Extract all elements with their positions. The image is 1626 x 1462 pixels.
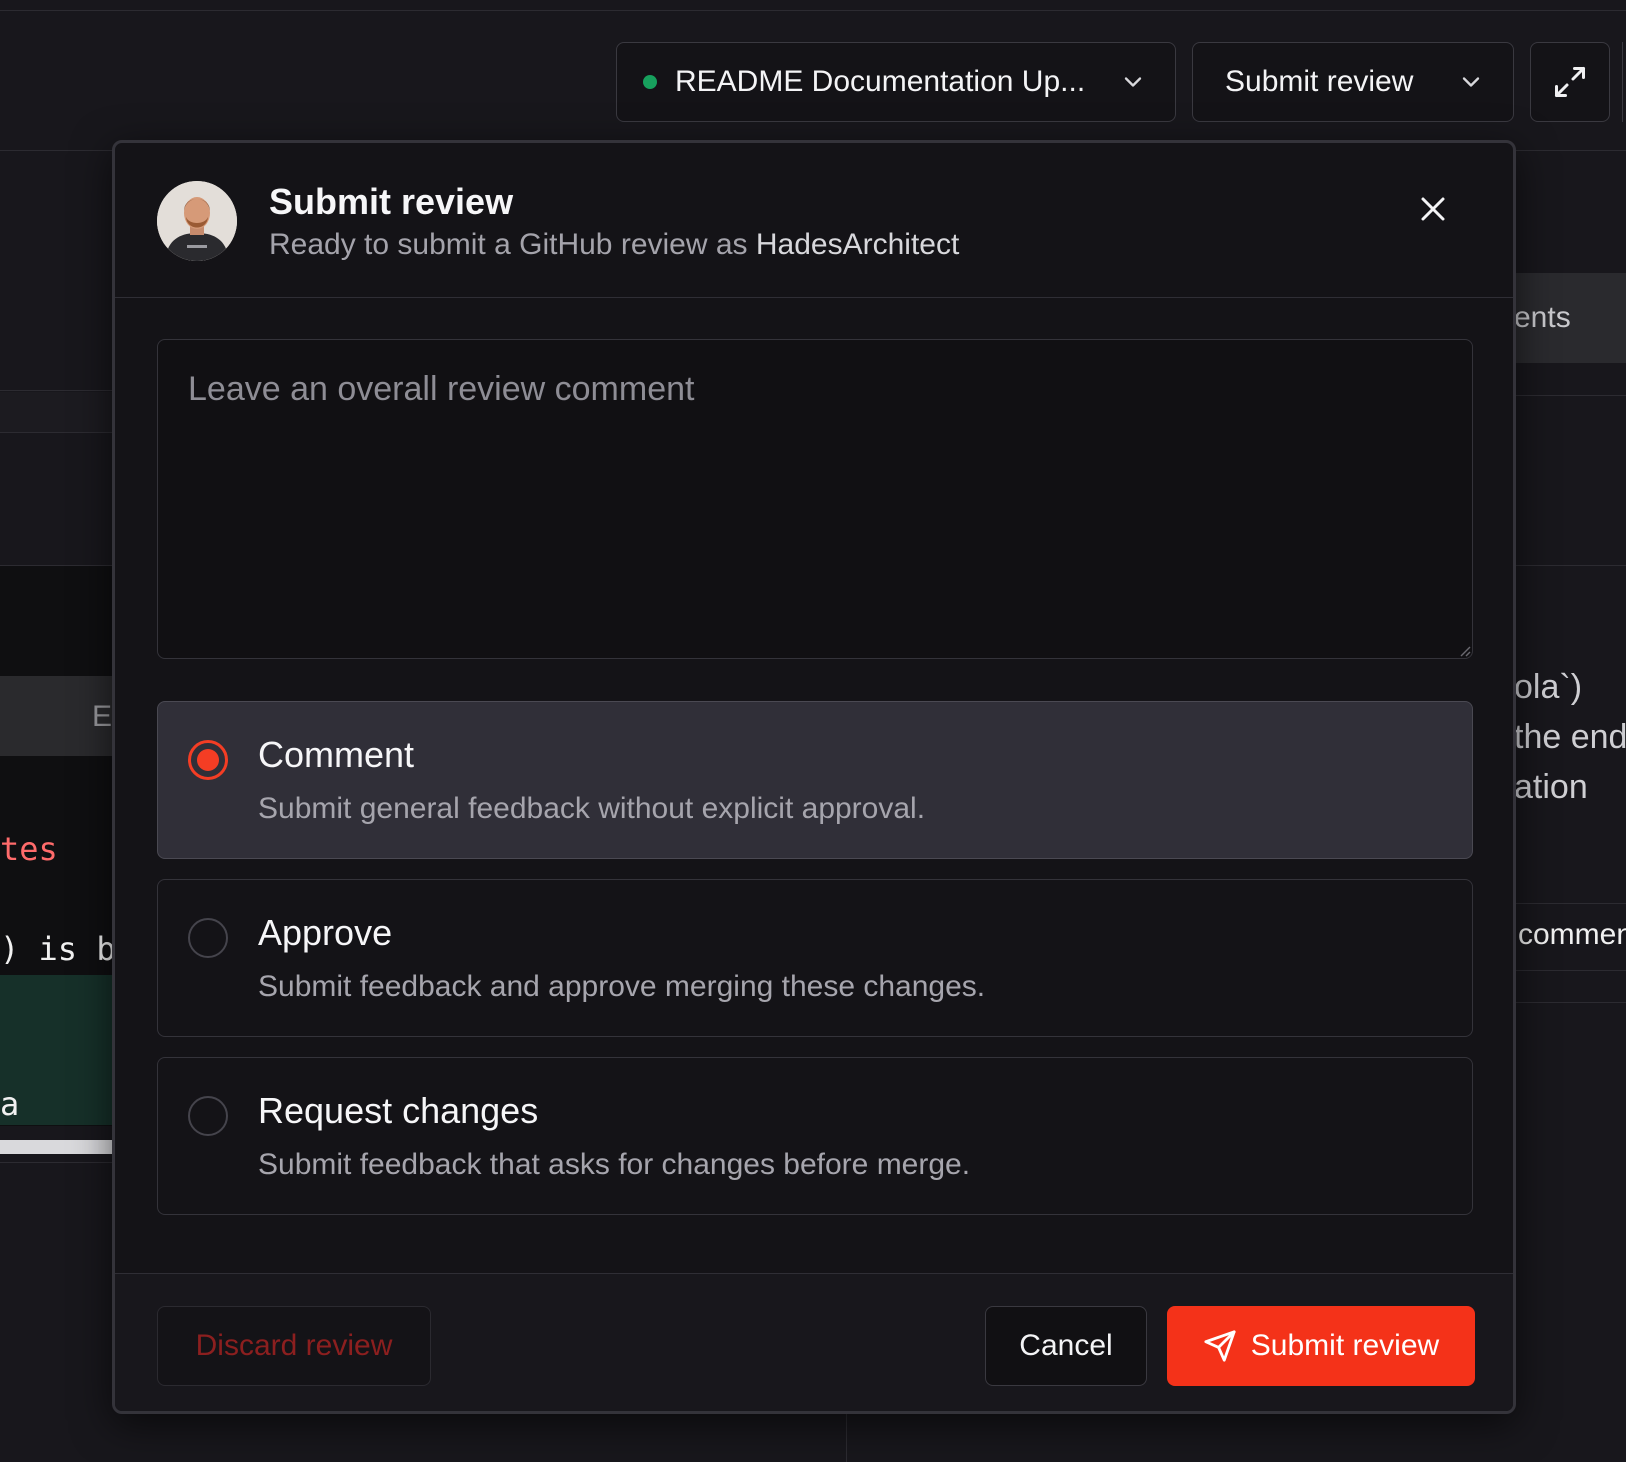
review-option-approve[interactable]: Approve Submit feedback and approve merg… [157, 879, 1473, 1037]
background-text-line: ation [1514, 768, 1588, 806]
code-header: E [0, 676, 114, 756]
discard-review-button[interactable]: Discard review [157, 1306, 431, 1386]
modal-title: Submit review [269, 181, 514, 222]
divider [846, 1412, 847, 1462]
send-icon [1204, 1330, 1236, 1362]
resize-handle-icon[interactable] [1459, 645, 1471, 657]
divider [1500, 565, 1626, 566]
toolbar-edge-button[interactable] [1622, 42, 1626, 122]
expand-button[interactable] [1530, 42, 1610, 122]
review-comment-textarea[interactable] [157, 339, 1473, 659]
code-line-removed: tes [0, 830, 58, 868]
avatar-image [157, 181, 237, 261]
code-line-added-text: a [0, 1085, 20, 1123]
divider [1500, 903, 1626, 904]
option-description: Submit feedback and approve merging thes… [258, 970, 986, 1003]
divider [0, 390, 120, 391]
background-text-line: the end [1514, 718, 1626, 756]
submit-review-button[interactable]: Submit review [1167, 1306, 1475, 1386]
chevron-down-icon [1462, 77, 1480, 87]
background-comment-label: commen [1518, 918, 1626, 951]
option-title: Request changes [258, 1090, 539, 1131]
option-title: Approve [258, 912, 393, 953]
github-username: HadesArchitect [755, 228, 960, 261]
background-band [0, 392, 120, 432]
divider [1500, 970, 1626, 971]
divider [0, 1162, 120, 1163]
modal-header: Submit review Ready to submit a GitHub r… [115, 143, 1513, 298]
chevron-down-icon [1124, 77, 1142, 87]
horizontal-scrollbar[interactable] [0, 1140, 114, 1154]
comments-tab[interactable]: ents [1500, 273, 1626, 363]
divider [1500, 1002, 1626, 1003]
background-text-line: ola`) [1514, 668, 1583, 706]
close-icon [1421, 197, 1445, 221]
submit-review-dropdown-label: Submit review [1225, 65, 1414, 98]
code-line: ) is ba [0, 930, 114, 968]
review-option-request-changes[interactable]: Request changes Submit feedback that ask… [157, 1057, 1473, 1215]
modal-subtitle-prefix: Ready to submit a GitHub review as [269, 228, 756, 261]
app-window: README Documentation Up... Submit review… [0, 0, 1626, 1462]
code-line-text: is ba [38, 930, 114, 968]
code-header-label: E [92, 700, 113, 733]
code-line-added: a [0, 975, 114, 1125]
divider [0, 432, 120, 433]
submit-review-modal: Submit review Ready to submit a GitHub r… [112, 140, 1516, 1414]
divider [1500, 395, 1626, 396]
radio-button[interactable] [188, 1096, 228, 1136]
pr-select-label: README Documentation Up... [675, 65, 1086, 98]
cancel-button[interactable]: Cancel [985, 1306, 1147, 1386]
review-option-comment[interactable]: Comment Submit general feedback without … [157, 701, 1473, 859]
top-divider [0, 10, 1626, 11]
modal-subtitle: Ready to submit a GitHub review as Hades… [269, 228, 959, 262]
expand-icon [1555, 67, 1585, 97]
submit-review-dropdown[interactable]: Submit review [1192, 42, 1514, 122]
pr-status-dot [643, 75, 657, 89]
user-avatar [157, 181, 237, 261]
close-button[interactable] [1413, 189, 1453, 229]
comments-tab-label: ents [1514, 301, 1571, 334]
radio-button[interactable] [188, 918, 228, 958]
pr-select-dropdown[interactable]: README Documentation Up... [616, 42, 1176, 122]
submit-review-button-label: Submit review [1250, 1329, 1440, 1362]
radio-button-selected[interactable] [188, 740, 228, 780]
option-description: Submit general feedback without explicit… [258, 792, 926, 825]
option-title: Comment [258, 734, 415, 775]
option-description: Submit feedback that asks for changes be… [258, 1148, 971, 1181]
